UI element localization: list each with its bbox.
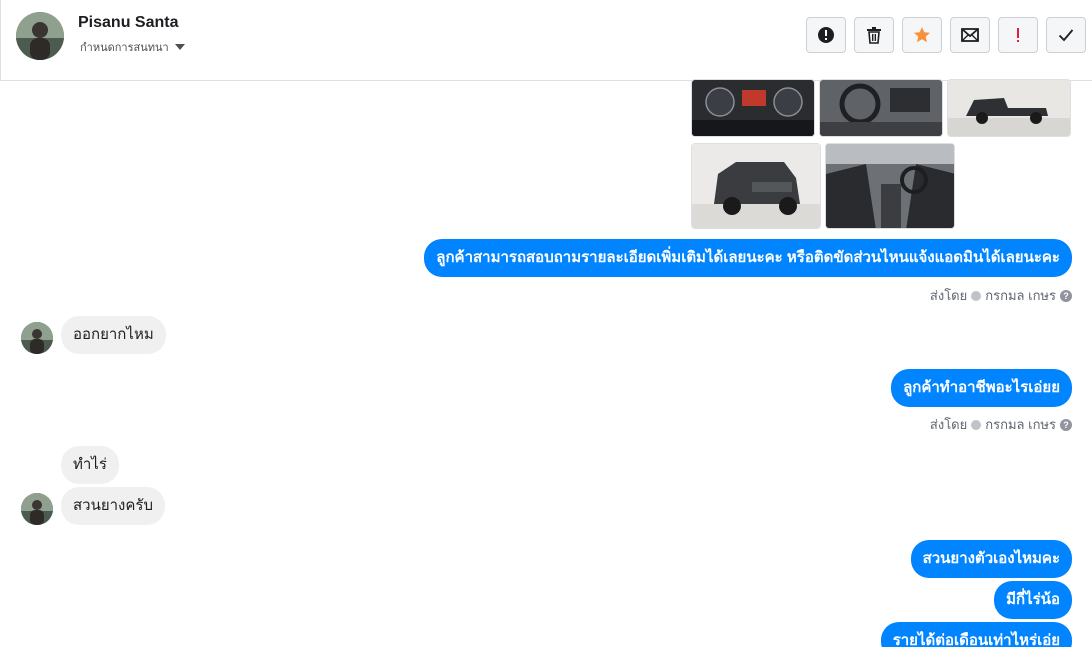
alert-circle-icon bbox=[818, 27, 834, 43]
sent-by-name: กรกมล เกษร bbox=[985, 417, 1056, 432]
sent-by-info: ส่งโดย กรกมล เกษร ? bbox=[930, 285, 1072, 306]
contact-name[interactable]: Pisanu Santa bbox=[78, 14, 178, 32]
car-photo-side[interactable] bbox=[947, 79, 1071, 137]
car-photo-interior[interactable] bbox=[819, 79, 943, 137]
message-outgoing: มีกี่ไร่น้อ bbox=[994, 581, 1072, 619]
star-icon bbox=[914, 27, 930, 43]
message-outgoing: ลูกค้าสามารถสอบถามรายละเอียดเพิ่มเติมได้… bbox=[424, 239, 1072, 277]
car-photo-cabin[interactable] bbox=[825, 143, 955, 229]
message-outgoing: สวนยางตัวเองไหมคะ bbox=[910, 540, 1072, 578]
agent-status-icon bbox=[971, 419, 982, 430]
message-incoming: ออกยากไหม bbox=[61, 316, 166, 354]
sent-by-info: ส่งโดย กรกมล เกษร ? bbox=[930, 414, 1072, 435]
sent-by-label: ส่งโดย bbox=[929, 288, 968, 303]
alert-button[interactable] bbox=[806, 17, 846, 53]
caret-down-icon bbox=[174, 44, 185, 50]
car-photo-dashboard[interactable] bbox=[691, 79, 815, 137]
car-photo-rear[interactable] bbox=[691, 143, 821, 229]
sent-by-label: ส่งโดย bbox=[929, 417, 968, 432]
action-toolbar bbox=[806, 17, 1086, 53]
conversation-status-label: กำหนดการสนทนา bbox=[80, 42, 169, 54]
contact-avatar[interactable] bbox=[16, 12, 64, 60]
message-incoming: ทำไร่ bbox=[61, 446, 119, 484]
message-outgoing: รายได้ต่อเดือนเท่าไหร่เอ่ย bbox=[880, 622, 1072, 647]
exclamation-icon bbox=[1017, 28, 1019, 42]
mail-button[interactable] bbox=[950, 17, 990, 53]
important-button[interactable] bbox=[998, 17, 1038, 53]
contact-avatar-small bbox=[21, 493, 53, 525]
help-icon[interactable]: ? bbox=[1060, 289, 1072, 302]
agent-status-icon bbox=[971, 290, 982, 301]
star-button[interactable] bbox=[902, 17, 942, 53]
conversation-header: Pisanu Santa กำหนดการสนทนา bbox=[0, 0, 1092, 81]
done-button[interactable] bbox=[1046, 17, 1086, 53]
envelope-icon bbox=[961, 28, 979, 42]
conversation-status-dropdown[interactable]: กำหนดการสนทนา bbox=[80, 38, 185, 56]
checkmark-icon bbox=[1058, 29, 1074, 42]
message-outgoing: ลูกค้าทำอาชีพอะไรเอ่ยย bbox=[891, 369, 1072, 407]
delete-button[interactable] bbox=[854, 17, 894, 53]
contact-avatar-small bbox=[21, 322, 53, 354]
sent-by-name: กรกมล เกษร bbox=[985, 288, 1056, 303]
trash-icon bbox=[867, 27, 881, 44]
message-incoming: สวนยางครับ bbox=[61, 487, 165, 525]
help-icon[interactable]: ? bbox=[1060, 418, 1072, 431]
